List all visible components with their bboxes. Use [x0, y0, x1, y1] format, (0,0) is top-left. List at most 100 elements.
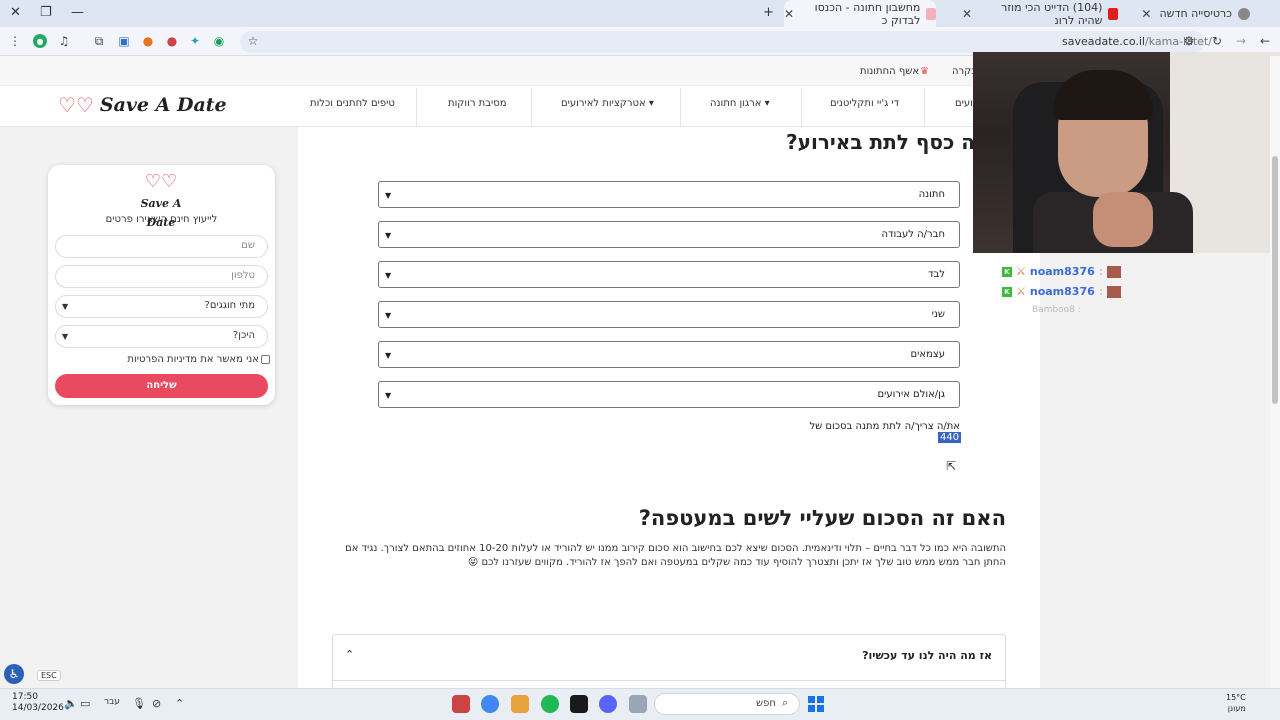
name-field[interactable]: שם — [55, 235, 268, 258]
dropdown-arrow-icon: ▼ — [62, 332, 69, 341]
close-tab-icon[interactable]: ✕ — [962, 7, 972, 21]
new-tab-icon[interactable]: + — [763, 5, 774, 20]
weather-widget[interactable]: 15°C מעונן — [1226, 692, 1246, 714]
occupation-select[interactable]: עצמאים ▼ — [378, 341, 960, 368]
accessibility-icon[interactable]: ♿ — [4, 664, 24, 684]
emote-icon — [1107, 265, 1122, 278]
taskbar-search[interactable] — [654, 693, 800, 715]
chevron-down-icon: ▾ — [645, 98, 654, 109]
restore-window-icon[interactable]: ❐ — [40, 5, 52, 20]
taskbar-app-icon[interactable] — [511, 695, 529, 713]
tab-calculator[interactable]: מחשבון חתונה - הכנסו לבדוק כ ✕ — [784, 0, 936, 27]
omnibox[interactable] — [240, 31, 1204, 53]
chrome-icon — [1238, 7, 1250, 20]
chrome-taskbar-icon[interactable] — [481, 695, 499, 713]
faq-accordion[interactable] — [332, 634, 1006, 694]
day-select[interactable]: שני ▼ — [378, 301, 960, 328]
event-type-select[interactable]: חתונה ▼ — [378, 181, 960, 208]
terminal-icon[interactable] — [570, 695, 588, 713]
close-tab-icon[interactable]: ✕ — [1141, 7, 1151, 21]
close-tab-icon[interactable]: ✕ — [784, 7, 794, 21]
nav-tips[interactable]: טיפים לחתנים וכלות — [310, 98, 395, 109]
file-explorer-icon[interactable] — [629, 695, 647, 713]
windows-start-icon[interactable] — [808, 696, 824, 712]
taskbar-app-icon[interactable] — [452, 695, 470, 713]
result-amount: 440 — [938, 432, 962, 443]
wishes-link[interactable]: אשף החתונות — [860, 66, 919, 77]
favicon-icon — [926, 7, 936, 20]
phone-field[interactable]: טלפון — [55, 265, 268, 288]
spotify-icon[interactable] — [541, 695, 559, 713]
system-clock[interactable]: 17:50 14/03/2026 — [12, 692, 64, 714]
dropdown-arrow-icon: ▼ — [62, 302, 69, 311]
grammarly-icon[interactable]: ◉ — [212, 34, 226, 48]
microphone-icon[interactable]: 🎙 — [132, 697, 146, 710]
screen-icon[interactable]: ▣ — [117, 34, 131, 48]
hearts-logo-icon: ♡♡ — [58, 93, 94, 117]
dropdown-arrow-icon: ▼ — [385, 351, 392, 360]
reload-icon[interactable]: ↻ — [1210, 34, 1224, 48]
nav-djs[interactable]: די ג'יי ותקליטנים — [830, 98, 899, 109]
gift-icon: ♛ — [920, 66, 929, 77]
result-label: את/ה צריך/ה לתת מתנה בסכום של — [809, 421, 960, 432]
privacy-checkbox[interactable] — [261, 355, 270, 364]
privacy-consent[interactable]: אני מאשר את מדיניות הפרטיות — [120, 354, 270, 365]
mod-badge-icon: K — [1002, 266, 1012, 277]
extension-orange-icon[interactable]: ● — [141, 34, 155, 48]
where-select[interactable]: היכן? ▼ — [55, 325, 268, 348]
bookmark-star-icon[interactable]: ☆ — [246, 34, 260, 48]
webcam-overlay — [973, 52, 1280, 253]
nav-wedding-planning[interactable]: ▾ ארגון חתונה — [710, 98, 770, 109]
nav-attractions[interactable]: ▾ אטרקציות לאירועים — [561, 98, 654, 109]
esc-key-hint: ESC — [37, 670, 61, 681]
attendance-select[interactable]: לבד ▼ — [378, 261, 960, 288]
discord-icon[interactable] — [599, 695, 617, 713]
dropdown-arrow-icon: ▼ — [385, 391, 392, 400]
tab-title: כרטיסייה חדשה — [1159, 7, 1232, 20]
sword-icon: ⚔ — [1016, 285, 1026, 298]
extension-teal-icon[interactable]: ✦ — [188, 34, 202, 48]
site-logo[interactable]: ♡♡ Save A Date — [58, 93, 227, 117]
submit-button[interactable]: שליחה — [55, 374, 268, 398]
search-icon[interactable]: ⌕ — [782, 696, 788, 710]
scrollbar-thumb[interactable] — [1272, 156, 1278, 404]
venue-select[interactable]: גן/אולם אירועים ▼ — [378, 381, 960, 408]
relation-select[interactable]: חבר/ה לעבודה ▼ — [378, 221, 960, 248]
tray-chevron-icon[interactable]: ⌃ — [175, 697, 184, 710]
mod-badge-icon: K — [1002, 286, 1012, 297]
site-settings-icon[interactable]: ⚙ — [1182, 34, 1196, 48]
hearts-logo-icon: ♡♡ — [144, 171, 178, 192]
dropdown-arrow-icon: ▼ — [385, 271, 392, 280]
minimize-window-icon[interactable]: — — [71, 5, 84, 20]
language-indicator[interactable]: עבר — [104, 697, 120, 707]
accordion-divider — [332, 680, 1006, 681]
wifi-off-icon[interactable]: ⊘ — [152, 697, 161, 710]
accordion-title[interactable]: אז מה היה לנו עד עכשיו? — [700, 649, 992, 662]
calculator-title: ה כסף לתת באירוע? — [786, 130, 975, 154]
forward-icon[interactable]: → — [1234, 34, 1248, 48]
chat-message: K ⚔ noam8376 : — [1002, 285, 1122, 298]
nav-bachelorette[interactable]: מסיבת רווקות — [448, 98, 507, 109]
sword-icon: ⚔ — [1016, 265, 1026, 278]
chevron-down-icon: ▾ — [761, 98, 770, 109]
menu-icon[interactable]: ⋮ — [8, 34, 22, 48]
when-select[interactable]: מתי חוגגים? ▼ — [55, 295, 268, 318]
chat-faded-message: Bamboo8 : — [1032, 305, 1081, 315]
emote-icon — [1107, 285, 1122, 298]
tab-youtube[interactable]: (104) הדייט הכי מוזר שהיה לרונ ✕ — [962, 0, 1118, 27]
chevron-up-icon[interactable]: ⌃ — [345, 648, 354, 661]
speaker-icon[interactable]: 🔈 — [64, 697, 78, 710]
back-icon[interactable]: ← — [1258, 34, 1272, 48]
youtube-icon — [1108, 7, 1118, 20]
tab-new[interactable]: כרטיסייה חדשה ✕ — [1134, 0, 1250, 27]
extensions-icon[interactable]: ⧉ — [92, 34, 106, 48]
search-label[interactable]: חפש — [756, 698, 776, 709]
mouse-cursor-icon: ⇱ — [946, 459, 957, 473]
profile-icon[interactable]: ● — [33, 34, 47, 48]
media-icon[interactable]: ♫ — [57, 34, 71, 48]
article-heading: האם זה הסכום שעליי לשים במעטפה? — [638, 506, 1006, 530]
network-icon[interactable]: ▭ — [80, 697, 90, 710]
extension-red-icon[interactable]: ● — [165, 34, 179, 48]
dropdown-arrow-icon: ▼ — [385, 191, 392, 200]
close-window-icon[interactable]: ✕ — [10, 5, 21, 20]
